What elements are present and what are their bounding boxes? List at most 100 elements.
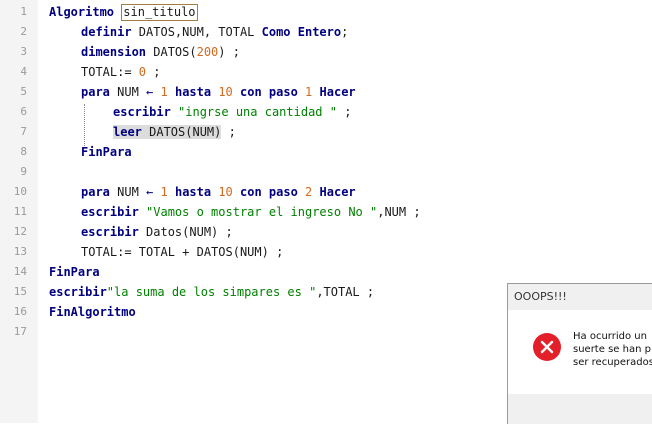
code-line[interactable]: 10 para NUM ← 1 hasta 10 con paso 2 Hacer [0, 182, 652, 202]
code-token: escribir [49, 285, 107, 299]
indent-guide [84, 104, 85, 146]
line-number: 8 [20, 145, 27, 158]
code-text: Algoritmo sin_titulo [49, 2, 198, 22]
code-token: ; [341, 25, 349, 39]
code-token: Hacer [319, 85, 356, 99]
code-token: 1 [160, 85, 168, 99]
code-line[interactable]: 1 Algoritmo sin_titulo [0, 2, 652, 22]
code-line[interactable]: 8 FinPara [0, 142, 652, 162]
code-token: Algoritmo [49, 5, 115, 19]
code-token: ; [146, 65, 161, 79]
code-token: 1 [160, 185, 168, 199]
dialog-message: Ha ocurrido un suerte se han p ser recup… [573, 331, 652, 368]
code-text: escribir "Vamos o mostrar el ingreso No … [81, 202, 421, 222]
dialog-title: OOOPS!!! [514, 290, 567, 303]
line-number: 12 [13, 225, 27, 238]
line-number: 4 [20, 65, 27, 78]
line-number: 10 [13, 185, 27, 198]
error-icon [533, 333, 561, 361]
code-text: para NUM ← 1 hasta 10 con paso 2 Hacer [81, 182, 356, 202]
code-token: escribir [81, 205, 139, 219]
code-line[interactable]: 5 para NUM ← 1 hasta 10 con paso 1 Hacer [0, 82, 652, 102]
code-token: dimension [81, 45, 147, 59]
code-line[interactable]: 9 [0, 162, 652, 182]
code-text: TOTAL:= 0 ; [81, 62, 160, 82]
code-token: NUM [109, 85, 147, 99]
code-token: TOTAL:= [81, 65, 139, 79]
code-token: 0 [138, 65, 147, 79]
code-token: Hacer [319, 185, 356, 199]
code-token: FinPara [81, 145, 132, 159]
dialog-body: Ha ocurrido un suerte se han p ser recup… [508, 310, 652, 394]
code-token: escribir [113, 105, 171, 119]
error-dialog[interactable]: OOOPS!!! Ha ocurrido un suerte se han p … [507, 283, 652, 424]
code-token: definir [81, 25, 132, 39]
code-token: TOTAL:= TOTAL + DATOS(NUM) ; [81, 245, 284, 259]
code-text: FinPara [81, 142, 132, 162]
code-token: "Vamos o mostrar el ingreso No " [146, 205, 378, 219]
code-text: TOTAL:= TOTAL + DATOS(NUM) ; [81, 242, 283, 262]
code-token: DATOS( [146, 45, 197, 59]
code-text: dimension DATOS(200) ; [81, 42, 240, 62]
code-text: escribir "ingrse una cantidad " ; [113, 102, 351, 122]
code-token: con paso [240, 85, 298, 99]
code-token: 10 [218, 85, 233, 99]
code-text: para NUM ← 1 hasta 10 con paso 1 Hacer [81, 82, 356, 102]
code-token: "la suma de los simpares es " [106, 285, 317, 299]
code-line[interactable]: 13 TOTAL:= TOTAL + DATOS(NUM) ; [0, 242, 652, 262]
code-text: escribir"la suma de los simpares es ",TO… [49, 282, 374, 302]
code-line[interactable]: 4 TOTAL:= 0 ; [0, 62, 652, 82]
code-text: leer DATOS(NUM) ; [113, 122, 236, 142]
code-token: hasta [174, 185, 212, 199]
line-number: 17 [13, 325, 27, 338]
code-token: hasta [174, 85, 212, 99]
code-token: ,TOTAL ; [316, 285, 375, 299]
code-token: Datos(NUM) ; [138, 225, 233, 239]
line-number: 14 [13, 265, 27, 278]
line-number: 5 [20, 85, 27, 98]
code-line[interactable]: 11 escribir "Vamos o mostrar el ingreso N… [0, 202, 652, 222]
line-number: 16 [13, 305, 27, 318]
code-token: "ingrse una cantidad " [178, 105, 337, 119]
code-line[interactable]: 3 dimension DATOS(200) ; [0, 42, 652, 62]
line-number: 7 [20, 125, 27, 138]
code-text: definir DATOS,NUM, TOTAL Como Entero; [81, 22, 348, 42]
code-token: ; [336, 105, 352, 119]
code-token: Como Entero [261, 25, 342, 39]
code-token: con paso [240, 185, 298, 199]
code-token: FinAlgoritmo [49, 305, 136, 319]
line-number: 6 [20, 105, 27, 118]
line-number: 13 [13, 245, 27, 258]
code-token: leer [113, 125, 142, 139]
code-line[interactable]: 12 escribir Datos(NUM) ; [0, 222, 652, 242]
code-token: 200 [196, 45, 219, 59]
code-line[interactable]: 2 definir DATOS,NUM, TOTAL Como Entero; [0, 22, 652, 42]
line-number: 9 [20, 165, 27, 178]
code-line[interactable]: 14 FinPara [0, 262, 652, 282]
code-token: ,NUM ; [377, 205, 421, 219]
code-token: NUM [109, 185, 147, 199]
code-token: FinPara [49, 265, 100, 279]
code-line[interactable]: 7 leer DATOS(NUM) ; [0, 122, 652, 142]
line-number: 1 [20, 5, 27, 18]
code-token: DATOS(NUM) [141, 125, 222, 139]
code-line[interactable]: 6 escribir "ingrse una cantidad " ; [0, 102, 652, 122]
code-token: DATOS,NUM, TOTAL [131, 25, 262, 39]
line-number: 11 [13, 205, 27, 218]
code-text: FinPara [49, 262, 100, 282]
code-token: ; [221, 125, 236, 139]
code-token: 10 [218, 185, 233, 199]
code-text: FinAlgoritmo [49, 302, 136, 322]
